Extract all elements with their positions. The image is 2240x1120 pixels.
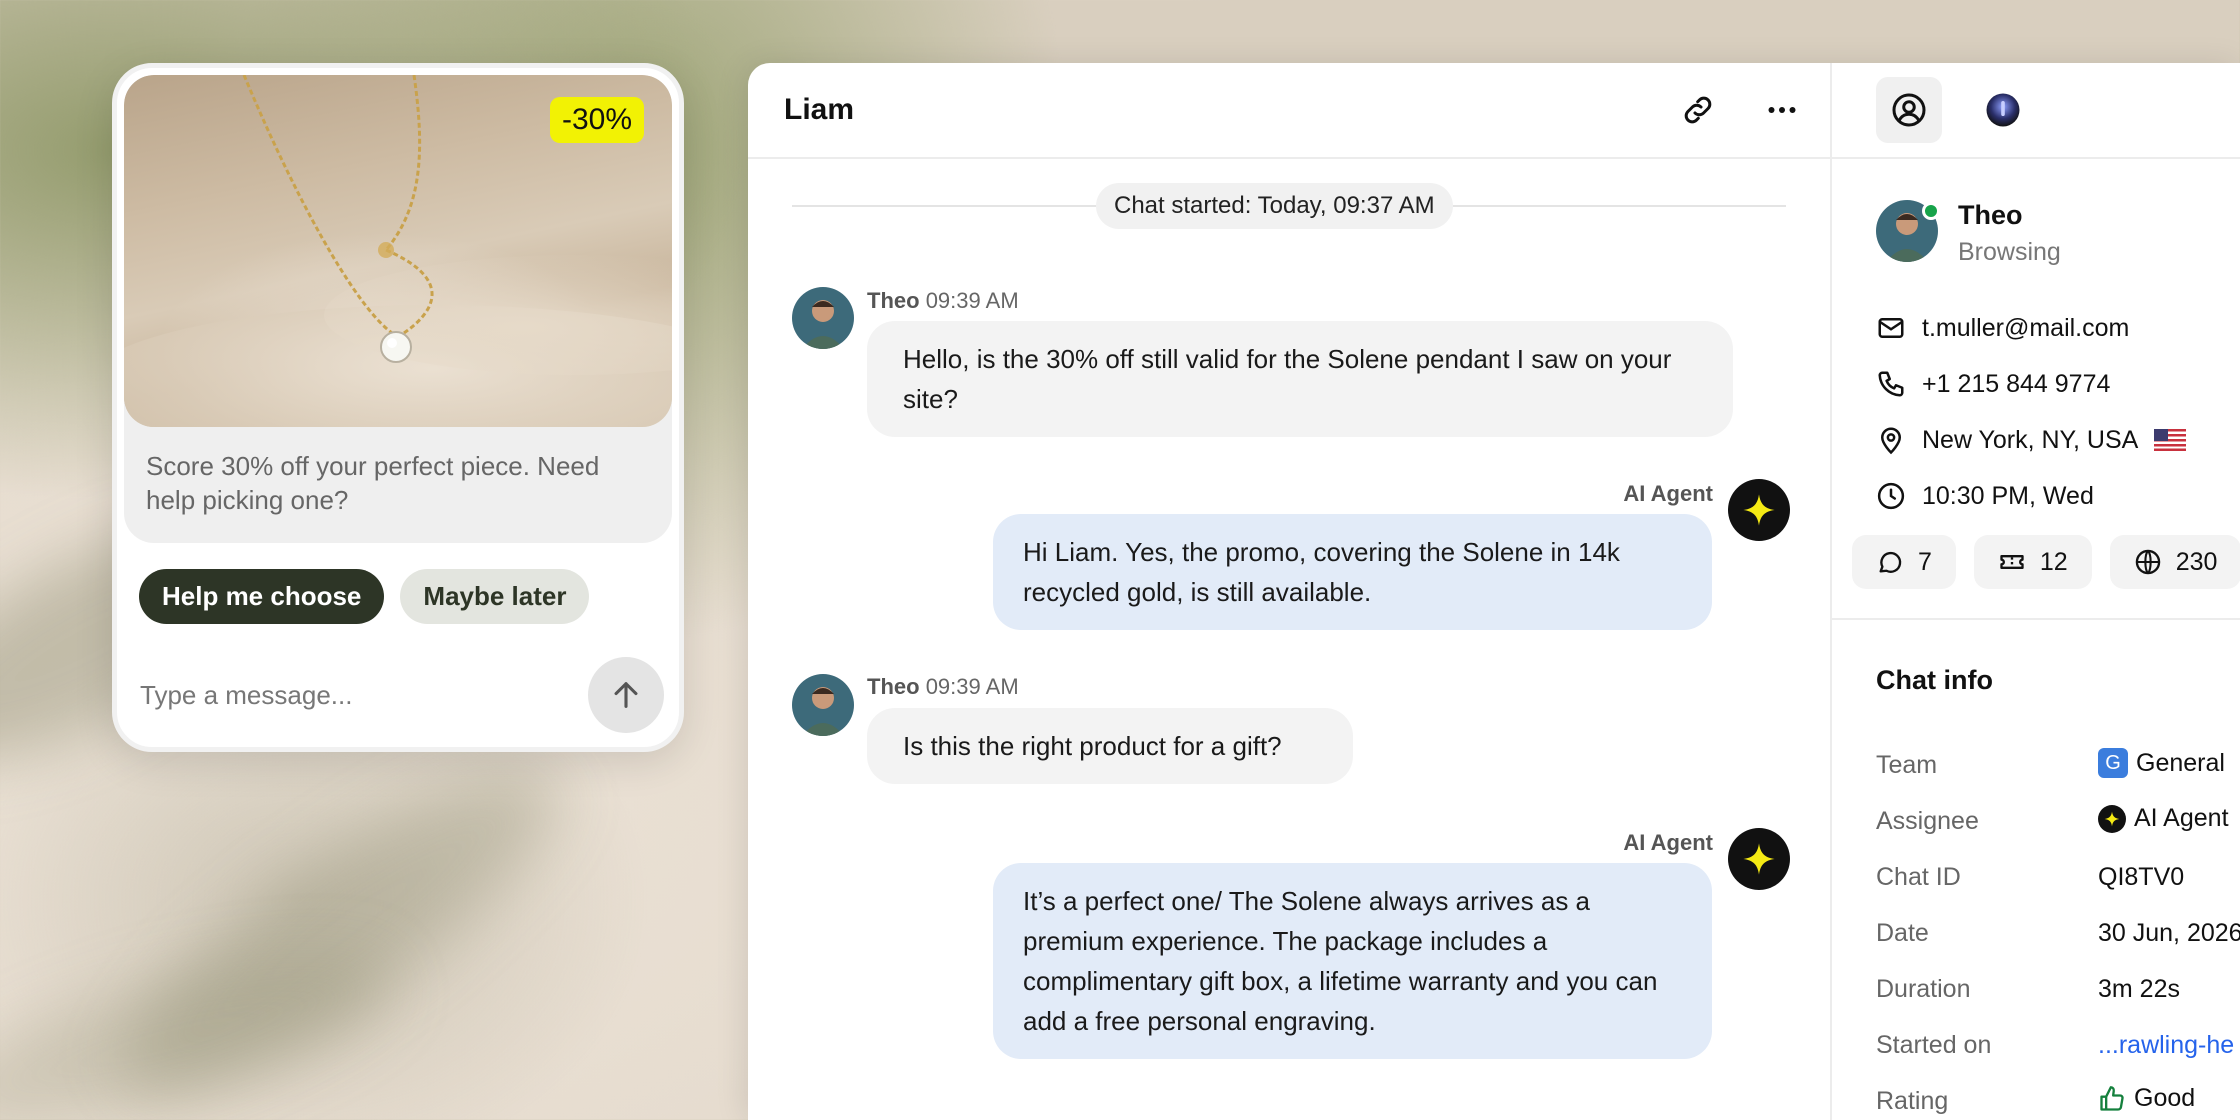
copilot-orb-icon [1986, 93, 2020, 127]
location-value: New York, NY, USA [1922, 425, 2139, 454]
us-flag-icon [2154, 429, 2187, 451]
contact-stats: 7 12 230 [1852, 535, 2240, 589]
section-divider [1832, 618, 2240, 620]
team-label: Team [1876, 751, 1938, 779]
avatar [792, 674, 854, 736]
date-value: 30 Jun, 2026 [2098, 919, 2240, 947]
link-icon [1684, 96, 1712, 124]
conversation-header: Liam [748, 63, 1830, 159]
sparkle-icon [1743, 843, 1775, 875]
chat-started-label: Chat started: Today, 09:37 AM [1096, 183, 1453, 229]
online-status-dot [1922, 202, 1940, 220]
message-bubble-user: Hello, is the 30% off still valid for th… [867, 321, 1733, 437]
team-g-icon: G [2098, 748, 2128, 778]
stat-chats[interactable]: 7 [1852, 535, 1956, 589]
conversation-pane: Liam Chat started: Today, 09:37 AM Theo … [748, 63, 1832, 1120]
discount-badge: -30% [549, 97, 644, 143]
conversation-title: Liam [784, 93, 855, 126]
date-label: Date [1876, 919, 1929, 947]
assignee-name: AI Agent [2134, 804, 2229, 832]
product-image: -30% [124, 75, 672, 427]
contact-name: Theo [1958, 200, 2023, 230]
sender-name: Theo [867, 288, 920, 313]
chat-id-label: Chat ID [1876, 863, 1961, 891]
message-time: 09:39 AM [925, 288, 1019, 313]
contact-local-time: 10:30 PM, Wed [1876, 481, 2094, 511]
message-meta: AI Agent [1623, 830, 1713, 856]
chat-info-title: Chat info [1876, 665, 1993, 695]
user-circle-icon [1892, 93, 1926, 127]
arrow-up-icon [614, 682, 638, 708]
quick-replies: Help me choose Maybe later [124, 543, 672, 624]
rating-label: Rating [1876, 1087, 1949, 1115]
contact-status: Browsing [1958, 238, 2061, 266]
stat-tickets[interactable]: 12 [1973, 535, 2092, 589]
tab-ai-copilot[interactable] [1970, 77, 2036, 143]
globe-icon [2135, 549, 2160, 575]
thumbs-up-icon [2100, 1085, 2124, 1111]
duration-label: Duration [1876, 975, 1971, 1003]
stat-chats-value: 7 [1918, 547, 1932, 576]
mail-icon [1878, 318, 1904, 338]
more-options-button[interactable] [1758, 86, 1806, 134]
assignee-label: Assignee [1876, 807, 1979, 835]
promo-card: -30% Score 30% off your perfect piece. N… [124, 75, 672, 543]
contact-email[interactable]: t.muller@mail.com [1876, 313, 2129, 343]
message-input[interactable]: Type a message... [132, 680, 352, 711]
avatar [792, 287, 854, 349]
sender-name: Theo [867, 674, 920, 699]
stat-tickets-value: 12 [2039, 547, 2068, 576]
message-bubble-user: Is this the right product for a gift? [867, 708, 1353, 784]
agent-chat-panel: Liam Chat started: Today, 09:37 AM Theo … [748, 63, 2240, 1120]
chat-bubble-icon [1879, 551, 1902, 573]
started-on-label: Started on [1876, 1031, 1992, 1059]
promo-text: Score 30% off your perfect piece. Need h… [146, 451, 600, 515]
ai-agent-avatar [1728, 479, 1790, 541]
link-button[interactable] [1674, 86, 1722, 134]
contact-location: New York, NY, USA [1876, 425, 2187, 455]
tab-profile[interactable] [1876, 77, 1942, 143]
phone-value: +1 215 844 9774 [1922, 369, 2111, 398]
send-button[interactable] [588, 657, 664, 733]
maybe-later-button[interactable]: Maybe later [400, 569, 590, 624]
contact-info-pane: Theo Browsing t.muller@mail.com +1 215 8… [1832, 63, 2240, 1120]
phone-icon [1878, 371, 1904, 397]
stat-visits[interactable]: 230 [2109, 535, 2240, 589]
map-pin-icon [1880, 427, 1902, 455]
chat-widget: -30% Score 30% off your perfect piece. N… [112, 63, 684, 752]
rating-text: Good [2134, 1084, 2196, 1112]
message-meta: Theo 09:39 AM [867, 288, 1019, 314]
sender-name: AI Agent [1623, 481, 1713, 506]
sparkle-icon [1743, 494, 1775, 526]
rating-value: Good [2098, 1084, 2195, 1113]
more-horizontal-icon [1768, 107, 1796, 113]
ticket-icon [2000, 555, 2024, 569]
ai-agent-icon [2098, 804, 2126, 833]
started-on-link[interactable]: ...rawling-he [2098, 1031, 2234, 1060]
contact-phone[interactable]: +1 215 844 9774 [1876, 369, 2110, 399]
sender-name: AI Agent [1623, 830, 1713, 855]
local-time-value: 10:30 PM, Wed [1922, 481, 2094, 510]
duration-value: 3m 22s [2098, 975, 2180, 1003]
message-meta: Theo 09:39 AM [867, 674, 1019, 700]
message-composer: Type a message... [132, 655, 664, 735]
email-value: t.muller@mail.com [1922, 313, 2130, 342]
message-time: 09:39 AM [925, 674, 1019, 699]
team-name: General [2136, 748, 2225, 777]
message-bubble-ai: It’s a perfect one/ The Solene always ar… [993, 863, 1712, 1059]
help-me-choose-button[interactable]: Help me choose [139, 569, 385, 624]
team-value: G General [2098, 748, 2225, 778]
message-bubble-ai: Hi Liam. Yes, the promo, covering the So… [993, 514, 1712, 630]
message-meta: AI Agent [1623, 481, 1713, 507]
chat-id-value: QI8TV0 [2098, 863, 2185, 891]
clock-icon [1877, 482, 1905, 510]
ai-agent-avatar [1728, 828, 1790, 890]
info-tabs [1832, 63, 2240, 159]
stat-visits-value: 230 [2175, 547, 2218, 576]
assignee-value: AI Agent [2098, 804, 2229, 833]
